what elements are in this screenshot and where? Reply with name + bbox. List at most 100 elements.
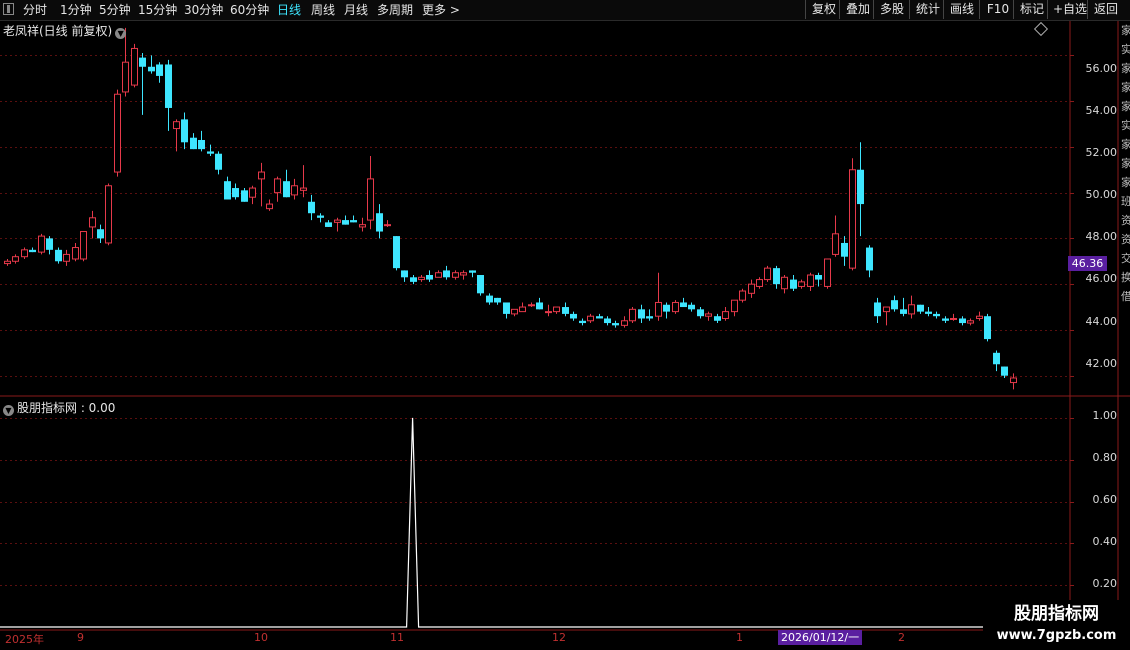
candle-body — [122, 61, 129, 93]
statistics-button[interactable]: 统计 — [909, 0, 946, 19]
candle-body — [925, 311, 932, 314]
indicator-axis-label: 1.00 — [1092, 409, 1118, 422]
candle-body — [587, 315, 594, 322]
candle-body — [198, 139, 205, 150]
candle-body — [393, 236, 400, 269]
time-axis-label: 1 — [736, 631, 743, 644]
candle-body — [367, 178, 374, 221]
candle-body — [933, 313, 940, 317]
indicator-series — [0, 417, 1068, 628]
candle-body — [173, 121, 180, 130]
candle-body — [207, 151, 214, 154]
period-tab[interactable]: 30分钟 — [184, 1, 223, 19]
time-axis-label: 2025年 — [5, 633, 44, 646]
candle-body — [731, 299, 738, 313]
watermark: 股朋指标网 www.7gpzb.com — [983, 600, 1130, 650]
candle-body — [249, 187, 256, 198]
period-tab[interactable]: 1分钟 — [60, 1, 92, 19]
candle-body — [1010, 377, 1017, 384]
candle-body — [807, 274, 814, 287]
candle-body — [790, 279, 797, 289]
draw-line-button[interactable]: 画线 — [943, 0, 980, 19]
candle-body — [553, 306, 560, 313]
candle-body — [38, 235, 45, 253]
candle-body — [849, 169, 856, 269]
candle-body — [215, 153, 222, 170]
period-tab-active[interactable]: 日线 — [277, 1, 301, 19]
period-tab[interactable]: 60分钟 — [230, 1, 269, 19]
back-button[interactable]: 返回 — [1087, 0, 1124, 19]
chevron-down-icon[interactable]: ▼ — [115, 28, 127, 39]
indicator-title-label: 股朋指标网 : 0.00 — [17, 401, 116, 415]
candle-body — [350, 220, 357, 223]
candle-body — [967, 320, 974, 324]
candle-body — [655, 301, 662, 317]
more-menu[interactable]: 更多 > — [422, 1, 460, 19]
candle-body — [917, 304, 924, 312]
candle-body — [857, 169, 864, 205]
candle-body — [841, 242, 848, 257]
pane-toggle-icon[interactable] — [3, 3, 14, 15]
candle-body — [900, 309, 907, 314]
candle-body — [984, 316, 991, 340]
period-tab[interactable]: 月线 — [344, 1, 368, 19]
candle-body — [190, 137, 197, 150]
chart-frame — [0, 21, 1130, 631]
candle-body — [469, 270, 476, 273]
candle-body — [334, 219, 341, 223]
add-watchlist-button[interactable]: +自选 — [1047, 0, 1092, 19]
candle-body — [596, 316, 603, 319]
kline-chart[interactable] — [0, 21, 1130, 650]
candle-body — [317, 215, 324, 218]
candle-body — [72, 247, 79, 260]
candle-body — [536, 302, 543, 310]
candle-body — [80, 231, 87, 260]
period-tab[interactable]: 周线 — [311, 1, 335, 19]
candle-body — [181, 119, 188, 143]
chart-toolbar: 分时 1分钟 5分钟 15分钟 30分钟 60分钟 日线 周线 月线 多周期 更… — [0, 0, 1130, 21]
candle-body — [139, 57, 146, 67]
period-tab[interactable]: 分时 — [23, 1, 47, 19]
stock-title-label: 老凤祥(日线 前复权) — [3, 24, 113, 38]
candle-body — [570, 313, 577, 319]
candle-body — [97, 229, 104, 239]
adjust-button[interactable]: 复权 — [805, 0, 842, 19]
period-tab[interactable]: 多周期 — [377, 1, 413, 19]
candle-body — [629, 308, 636, 322]
candle-body — [672, 301, 679, 313]
candle-body — [621, 320, 628, 326]
candle-body — [105, 185, 112, 244]
price-axis-label: 42.00 — [1085, 357, 1118, 370]
multi-stock-button[interactable]: 多股 — [873, 0, 910, 19]
candle-body — [950, 317, 957, 320]
watermark-url: www.7gpzb.com — [996, 628, 1117, 643]
candle-body — [452, 272, 459, 278]
candle-body — [308, 201, 315, 214]
indicator-axis-label: 0.60 — [1092, 493, 1118, 506]
chevron-down-icon[interactable]: ▼ — [3, 405, 14, 416]
candle-body — [722, 311, 729, 319]
f10-button[interactable]: F10 — [979, 0, 1016, 19]
price-axis-label: 44.00 — [1085, 315, 1118, 328]
candle-body — [114, 93, 121, 173]
price-axis-label: 50.00 — [1085, 188, 1118, 201]
candle-body — [435, 272, 442, 278]
candle-body — [545, 311, 552, 314]
candle-body — [511, 308, 518, 315]
candle-body — [646, 316, 653, 319]
candle-body — [46, 238, 53, 250]
candle-body — [241, 190, 248, 202]
candle-body — [764, 267, 771, 281]
period-tab[interactable]: 15分钟 — [138, 1, 177, 19]
mark-button[interactable]: 标记 — [1013, 0, 1050, 19]
time-axis-label: 9 — [77, 631, 84, 644]
candle-body — [291, 185, 298, 196]
period-tab[interactable]: 5分钟 — [99, 1, 131, 19]
candle-body — [993, 352, 1000, 365]
overlay-button[interactable]: 叠加 — [839, 0, 876, 19]
price-axis-label: 56.00 — [1085, 62, 1118, 75]
candle-body — [942, 318, 949, 321]
price-axis-label: 52.00 — [1085, 146, 1118, 159]
time-axis-label: 12 — [552, 631, 566, 644]
candle-body — [773, 268, 780, 285]
